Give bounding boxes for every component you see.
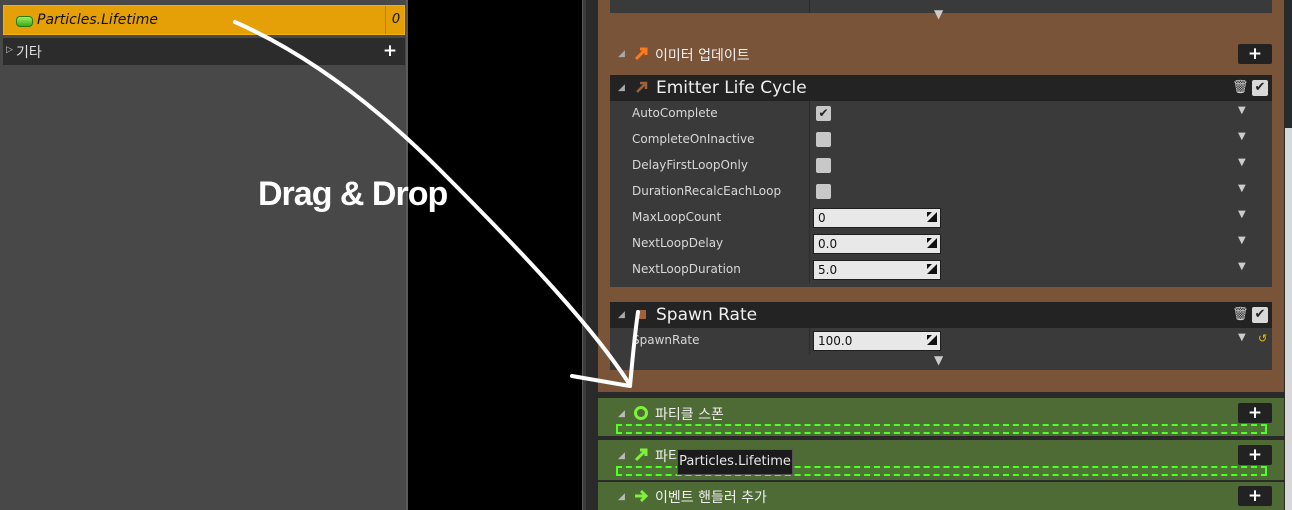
property-row: SpawnRate 100.0 ▼ ↺: [610, 328, 1272, 354]
module-icon: [636, 81, 648, 93]
autocomplete-checkbox[interactable]: ✔: [816, 106, 831, 121]
drag-tooltip: Particles.Lifetime: [677, 449, 793, 475]
emitter-update-icon: [634, 47, 648, 61]
scrollbar[interactable]: [1285, 128, 1292, 510]
panel-border: [406, 0, 408, 510]
stage-title: 이미터 업데이트: [655, 48, 750, 64]
misc-section-header[interactable]: ▷ 기타 +: [3, 38, 405, 65]
complete-on-inactive-checkbox[interactable]: [816, 132, 831, 147]
parameter-name: Particles.Lifetime: [37, 12, 158, 28]
property-label: NextLoopDelay: [632, 236, 724, 250]
collapse-triangle-icon[interactable]: ◢: [618, 49, 625, 59]
property-row: DurationRecalcEachLoop ▼: [610, 179, 1272, 205]
drag-drop-annotation: Drag & Drop: [258, 175, 448, 213]
property-row: NextLoopDelay 0.0 ▼: [610, 231, 1272, 257]
event-handler-icon: [635, 489, 649, 503]
module-title: Spawn Rate: [656, 305, 758, 325]
reset-to-default-icon[interactable]: ↺: [1258, 332, 1267, 345]
duration-recalc-each-loop-checkbox[interactable]: [816, 184, 831, 199]
chevron-down-icon[interactable]: ▼: [1238, 183, 1246, 194]
collapse-triangle-icon[interactable]: ◢: [618, 310, 625, 320]
chevron-down-icon[interactable]: ▼: [1238, 235, 1246, 246]
misc-section-label: 기타: [16, 45, 42, 61]
delay-first-loop-only-checkbox[interactable]: [816, 158, 831, 173]
float-type-icon: [16, 16, 33, 27]
property-row: AutoComplete ✔ ▼: [610, 101, 1272, 127]
drop-target-indicator[interactable]: [616, 424, 1267, 434]
expand-triangle-icon[interactable]: ▷: [6, 45, 13, 55]
module-spawn-rate: ◢ Spawn Rate 🗑 ✔ SpawnRate 100.0 ▼ ↺ ▼: [610, 302, 1272, 370]
trash-icon[interactable]: 🗑: [1232, 81, 1249, 95]
spawn-rate-field[interactable]: 100.0: [813, 331, 941, 351]
chevron-down-icon[interactable]: ▼: [1238, 157, 1246, 168]
next-loop-duration-field[interactable]: 5.0: [813, 260, 941, 280]
spawn-icon: [634, 406, 648, 420]
emitter-update-stage: ▼ ◢ 이미터 업데이트 + ◢ Emitter Life Cycle 🗑 ✔ …: [598, 0, 1284, 392]
property-label: NextLoopDuration: [632, 262, 741, 276]
collapse-triangle-icon[interactable]: ◢: [618, 409, 625, 419]
parameters-panel: [0, 0, 408, 510]
chevron-down-icon[interactable]: ▼: [1238, 332, 1246, 343]
property-row: CompleteOnInactive ▼: [610, 127, 1272, 153]
stage-title: 파티클 스폰: [655, 407, 724, 423]
chevron-down-icon[interactable]: ▼: [1238, 209, 1246, 220]
field-value: 100.0: [818, 334, 853, 348]
particle-update-icon: [634, 448, 648, 462]
add-event-handler-stage[interactable]: ◢ 이벤트 핸들러 추가 +: [598, 482, 1284, 510]
add-module-button[interactable]: +: [1238, 445, 1272, 465]
parameter-row-particles-lifetime[interactable]: Particles.Lifetime 0: [3, 5, 405, 35]
expand-module-icon[interactable]: ▼: [934, 8, 943, 20]
module-emitter-life-cycle: ◢ Emitter Life Cycle 🗑 ✔ AutoComplete ✔ …: [610, 75, 1272, 287]
add-module-button[interactable]: +: [1238, 403, 1272, 423]
parameter-value[interactable]: 0: [385, 6, 406, 34]
chevron-down-icon[interactable]: ▼: [1238, 131, 1246, 142]
collapse-triangle-icon[interactable]: ◢: [618, 492, 625, 502]
property-label: SpawnRate: [632, 333, 700, 347]
property-row: DelayFirstLoopOnly ▼: [610, 153, 1272, 179]
resize-handle-icon: [927, 335, 937, 345]
chevron-down-icon[interactable]: ▼: [1238, 105, 1246, 116]
next-loop-delay-field[interactable]: 0.0: [813, 234, 941, 254]
chevron-down-icon[interactable]: ▼: [1238, 261, 1246, 272]
property-row: NextLoopDuration 5.0 ▼: [610, 257, 1272, 283]
property-row: MaxLoopCount 0 ▼: [610, 205, 1272, 231]
module-header[interactable]: ◢ Spawn Rate 🗑 ✔: [610, 302, 1272, 328]
add-module-button[interactable]: +: [1238, 44, 1272, 64]
module-enabled-checkbox[interactable]: ✔: [1252, 307, 1268, 323]
panel-splitter[interactable]: [582, 0, 586, 510]
module-title: Emitter Life Cycle: [656, 78, 807, 98]
add-parameter-button[interactable]: +: [380, 41, 400, 61]
trash-icon[interactable]: 🗑: [1232, 308, 1249, 322]
property-label: DurationRecalcEachLoop: [632, 184, 782, 198]
collapse-triangle-icon[interactable]: ◢: [618, 83, 625, 93]
field-value: 0: [818, 211, 826, 225]
field-value: 0.0: [818, 237, 838, 251]
collapse-triangle-icon[interactable]: ◢: [618, 451, 625, 461]
property-label: CompleteOnInactive: [632, 132, 755, 146]
max-loop-count-field[interactable]: 0: [813, 208, 941, 228]
property-label: AutoComplete: [632, 106, 718, 120]
resize-handle-icon: [927, 238, 937, 248]
expand-module-icon[interactable]: ▼: [934, 354, 943, 366]
module-header[interactable]: ◢ Emitter Life Cycle 🗑 ✔: [610, 75, 1272, 101]
particle-spawn-stage[interactable]: ◢ 파티클 스폰 +: [598, 398, 1284, 436]
add-event-handler-button[interactable]: +: [1238, 486, 1272, 506]
field-value: 5.0: [818, 263, 838, 277]
resize-handle-icon: [927, 264, 937, 274]
module-icon: [637, 310, 646, 319]
module-enabled-checkbox[interactable]: ✔: [1252, 80, 1268, 96]
resize-handle-icon: [927, 212, 937, 222]
stage-title: 이벤트 핸들러 추가: [655, 490, 767, 506]
property-label: MaxLoopCount: [632, 210, 722, 224]
property-label: DelayFirstLoopOnly: [632, 158, 748, 172]
